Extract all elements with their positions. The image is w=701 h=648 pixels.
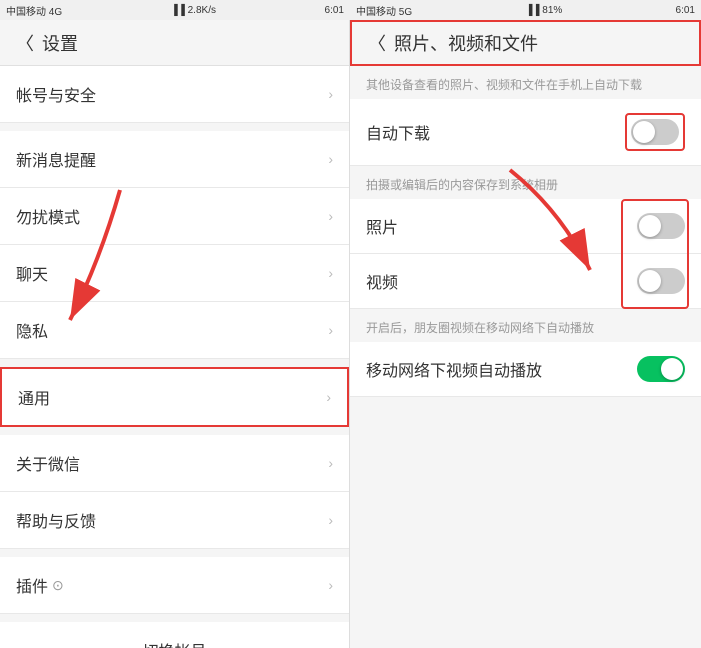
photos-item: 照片 xyxy=(350,199,701,254)
left-signal-wifi: ▐▐ 2.8K/s xyxy=(171,5,216,16)
settings-item-privacy-arrow: › xyxy=(328,322,333,338)
section2-desc-text: 拍摄或编辑后的内容保存到系统相册 xyxy=(366,178,558,192)
settings-item-privacy-label: 隐私 xyxy=(16,318,48,342)
settings-item-dnd-label: 勿扰模式 xyxy=(16,204,80,228)
photos-label: 照片 xyxy=(366,214,398,238)
settings-item-dnd[interactable]: 勿扰模式 › xyxy=(0,188,349,245)
switch-account-label: 切换帐号 xyxy=(142,638,206,648)
switch-account-button[interactable]: 切换帐号 xyxy=(0,622,349,648)
settings-item-general-label: 通用 xyxy=(18,385,50,409)
left-time: 6:01 xyxy=(325,5,344,16)
auto-download-item: 自动下载 xyxy=(350,99,701,166)
settings-item-about[interactable]: 关于微信 › xyxy=(0,435,349,492)
settings-item-general-arrow: › xyxy=(326,389,331,405)
auto-download-label: 自动下载 xyxy=(366,120,430,144)
left-carrier: 中国移动 4G xyxy=(6,3,62,18)
settings-item-account-arrow: › xyxy=(328,86,333,102)
settings-list: 帐号与安全 › 新消息提醒 › 勿扰模式 › 聊天 › xyxy=(0,66,349,648)
section1-desc-text: 其他设备查看的照片、视频和文件在手机上自动下载 xyxy=(366,78,642,92)
photos-videos-container: 照片 视频 xyxy=(350,199,701,309)
photos-toggle-knob xyxy=(639,215,661,237)
settings-item-general[interactable]: 通用 › xyxy=(0,367,349,427)
photos-toggle[interactable] xyxy=(637,213,685,239)
settings-item-help[interactable]: 帮助与反馈 › xyxy=(0,492,349,549)
right-status-bar: 中国移动 5G ▐▐ 81% 6:01 xyxy=(350,0,701,20)
settings-item-notifications-arrow: › xyxy=(328,151,333,167)
settings-item-account-label: 帐号与安全 xyxy=(16,82,96,106)
right-signal: ▐▐ 81% xyxy=(525,5,562,16)
section3-desc-text: 开启后，朋友圈视频在移动网络下自动播放 xyxy=(366,321,594,335)
right-time: 6:01 xyxy=(676,5,695,16)
settings-item-help-arrow: › xyxy=(328,512,333,528)
settings-item-plugins-arrow: › xyxy=(328,577,333,593)
settings-item-chat-label: 聊天 xyxy=(16,261,48,285)
right-header: 〈 照片、视频和文件 xyxy=(350,20,701,66)
plugin-icon: ⊙ xyxy=(52,577,64,594)
separator-4 xyxy=(0,549,349,557)
auto-download-container: 自动下载 xyxy=(350,99,701,166)
mobile-autoplay-label: 移动网络下视频自动播放 xyxy=(366,357,542,381)
separator-3 xyxy=(0,427,349,435)
right-content: 其他设备查看的照片、视频和文件在手机上自动下载 自动下载 xyxy=(350,66,701,648)
left-panel: 〈 设置 帐号与安全 › 新消息提醒 › 勿扰模式 xyxy=(0,20,350,648)
mobile-autoplay-item: 移动网络下视频自动播放 xyxy=(350,342,701,397)
videos-toggle[interactable] xyxy=(637,268,685,294)
separator-5 xyxy=(0,614,349,622)
auto-download-toggle-knob xyxy=(633,121,655,143)
left-header-title: 设置 xyxy=(42,30,78,56)
videos-item: 视频 xyxy=(350,254,701,309)
videos-toggle-knob xyxy=(639,270,661,292)
status-bar-row: 中国移动 4G ▐▐ 2.8K/s 6:01 中国移动 5G ▐▐ 81% 6:… xyxy=(0,0,701,20)
settings-item-notifications[interactable]: 新消息提醒 › xyxy=(0,131,349,188)
left-status-bar: 中国移动 4G ▐▐ 2.8K/s 6:01 xyxy=(0,0,350,20)
settings-item-notifications-label: 新消息提醒 xyxy=(16,147,96,171)
section1-desc: 其他设备查看的照片、视频和文件在手机上自动下载 xyxy=(350,66,701,99)
mobile-autoplay-toggle-knob xyxy=(661,358,683,380)
settings-item-dnd-arrow: › xyxy=(328,208,333,224)
settings-item-about-arrow: › xyxy=(328,455,333,471)
back-arrow-icon[interactable]: 〈 xyxy=(16,30,34,56)
toggle-box-1 xyxy=(625,113,685,151)
separator-1 xyxy=(0,123,349,131)
settings-item-plugins[interactable]: 插件 ⊙ › xyxy=(0,557,349,614)
section2-desc: 拍摄或编辑后的内容保存到系统相册 xyxy=(350,166,701,199)
mobile-autoplay-toggle[interactable] xyxy=(637,356,685,382)
right-header-title: 照片、视频和文件 xyxy=(394,30,538,56)
settings-item-chat[interactable]: 聊天 › xyxy=(0,245,349,302)
settings-item-about-label: 关于微信 xyxy=(16,451,80,475)
settings-item-help-label: 帮助与反馈 xyxy=(16,508,96,532)
settings-item-plugins-label: 插件 xyxy=(16,573,48,597)
settings-item-account[interactable]: 帐号与安全 › xyxy=(0,66,349,123)
right-back-arrow-icon[interactable]: 〈 xyxy=(368,30,386,56)
settings-item-plugins-text: 插件 ⊙ xyxy=(16,573,64,597)
videos-label: 视频 xyxy=(366,269,398,293)
separator-2 xyxy=(0,359,349,367)
settings-item-privacy[interactable]: 隐私 › xyxy=(0,302,349,359)
section3-desc: 开启后，朋友圈视频在移动网络下自动播放 xyxy=(350,309,701,342)
settings-item-chat-arrow: › xyxy=(328,265,333,281)
right-carrier: 中国移动 5G xyxy=(356,3,412,18)
right-panel: 〈 照片、视频和文件 其他设备查看的照片、视频和文件在手机上自动下载 自动下载 xyxy=(350,20,701,648)
auto-download-toggle[interactable] xyxy=(631,119,679,145)
main-container: 〈 设置 帐号与安全 › 新消息提醒 › 勿扰模式 xyxy=(0,20,701,648)
left-header: 〈 设置 xyxy=(0,20,349,66)
